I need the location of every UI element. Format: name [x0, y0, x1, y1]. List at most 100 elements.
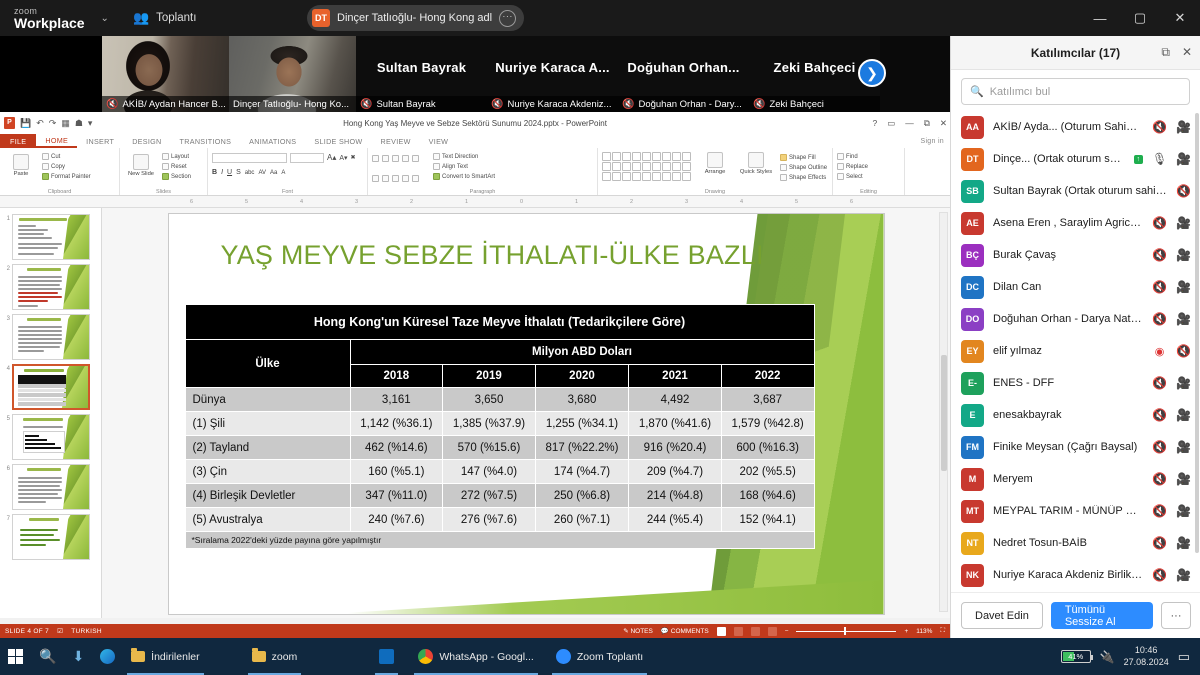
sign-in-link[interactable]: Sign in: [920, 134, 950, 148]
fit-to-window-icon[interactable]: ⛶: [940, 627, 945, 635]
clear-formatting-icon[interactable]: ✖: [351, 154, 356, 161]
font-color-button[interactable]: A: [281, 170, 285, 176]
taskbar-search-button[interactable]: 🔍: [31, 641, 64, 673]
list-item[interactable]: E- ENES - DFF 🔇 🎥: [951, 367, 1200, 399]
help-icon[interactable]: ?: [873, 118, 878, 128]
slide-thumbnail-item[interactable]: 3: [0, 312, 101, 362]
slide-canvas-area[interactable]: YAŞ MEYVE SEBZE İTHALATI-ÜLKE BAZLI Hong…: [102, 208, 950, 674]
zoom-in-button[interactable]: +: [904, 628, 908, 635]
slide-thumbnail[interactable]: [12, 464, 90, 510]
ppt-minimize-button[interactable]: —: [905, 118, 914, 128]
mic-off-icon[interactable]: 🔇: [1152, 536, 1167, 550]
view-normal-button[interactable]: [716, 626, 726, 636]
video-tile[interactable]: 🔇 AKİB/ Aydan Hancer B...: [102, 36, 229, 112]
mic-off-icon[interactable]: 🔇: [1176, 184, 1191, 198]
mic-off-icon[interactable]: 🔇: [1152, 248, 1167, 262]
align-text-button[interactable]: Align Text: [433, 163, 495, 170]
camera-on-icon[interactable]: 🎥: [1176, 152, 1191, 166]
chevron-down-icon[interactable]: ⌄: [101, 13, 109, 24]
mute-all-button[interactable]: Tümünü Sessize Al: [1050, 602, 1153, 629]
import-data-table[interactable]: Hong Kong'un Küresel Taze Meyve İthalatı…: [184, 304, 815, 549]
power-plug-icon[interactable]: 🔌: [1100, 650, 1115, 664]
shapes-gallery[interactable]: [602, 152, 691, 181]
text-direction-button[interactable]: Text Direction: [433, 153, 495, 160]
line-spacing-icon[interactable]: [412, 154, 419, 162]
find-button[interactable]: Find: [837, 153, 900, 160]
camera-off-icon[interactable]: 🎥: [1176, 504, 1191, 518]
clock[interactable]: 10:46 27.08.2024: [1124, 645, 1169, 668]
list-item[interactable]: E enesakbayrak 🔇 🎥: [951, 399, 1200, 431]
list-item[interactable]: M Meryem 🔇 🎥: [951, 463, 1200, 495]
current-slide[interactable]: YAŞ MEYVE SEBZE İTHALATI-ÜLKE BAZLI Hong…: [168, 214, 884, 614]
section-button[interactable]: Section: [162, 173, 191, 180]
tab-transitions[interactable]: TRANSITIONS: [171, 134, 241, 148]
slide-thumbnails-panel[interactable]: 1 2 3 4 5 6 7: [0, 208, 102, 618]
invite-button[interactable]: Davet Edin: [961, 602, 1043, 629]
camera-off-icon[interactable]: 🎥: [1176, 312, 1191, 326]
list-item[interactable]: SB Sultan Bayrak (Ortak oturum sahibi) 🔇: [951, 175, 1200, 207]
slide-thumbnail[interactable]: [12, 514, 90, 560]
mic-on-icon[interactable]: 🎙: [1152, 152, 1167, 166]
bullets-icon[interactable]: [372, 154, 379, 162]
view-reading-button[interactable]: [750, 626, 760, 636]
video-tile[interactable]: Nuriye Karaca A... 🔇 Nuriye Karaca Akden…: [487, 36, 618, 112]
next-page-arrow-icon[interactable]: ❯: [858, 59, 886, 87]
ppt-restore-button[interactable]: ⧉: [924, 118, 930, 129]
columns-icon[interactable]: [412, 174, 419, 182]
more-options-button[interactable]: ···: [1161, 602, 1191, 629]
justify-icon[interactable]: [402, 174, 409, 182]
zoom-out-button[interactable]: −: [785, 628, 789, 635]
select-button[interactable]: Select: [837, 173, 900, 180]
shape-fill-button[interactable]: Shape Fill: [780, 154, 827, 161]
minimize-button[interactable]: —: [1080, 11, 1120, 26]
taskbar-app-icon[interactable]: ⬇: [64, 641, 92, 673]
mic-off-icon[interactable]: 🔇: [1152, 440, 1167, 454]
taskbar-item-zoom-meeting[interactable]: Zoom Toplantı: [548, 641, 651, 675]
camera-off-icon[interactable]: 🎥: [1176, 536, 1191, 550]
active-meeting-pill[interactable]: DT Dinçer Tatlıoğlu- Hong Kong adl ···: [307, 5, 525, 31]
camera-off-icon[interactable]: 🎥: [1176, 248, 1191, 262]
slide-thumbnail[interactable]: [12, 414, 90, 460]
shape-effects-button[interactable]: Shape Effects: [780, 174, 827, 181]
start-button[interactable]: [0, 641, 31, 673]
mic-off-icon[interactable]: 🔇: [1152, 280, 1167, 294]
close-button[interactable]: ✕: [1160, 10, 1200, 26]
align-center-icon[interactable]: [382, 174, 389, 182]
tab-home[interactable]: HOME: [36, 134, 78, 148]
font-name-input[interactable]: [212, 152, 287, 163]
align-right-icon[interactable]: [392, 174, 399, 182]
comments-button[interactable]: 💬 COMMENTS: [661, 627, 709, 635]
slide-thumbnail[interactable]: [12, 364, 90, 410]
view-slideshow-button[interactable]: [767, 626, 777, 636]
bold-button[interactable]: B: [212, 169, 217, 176]
slide-thumbnail[interactable]: [12, 264, 90, 310]
list-item[interactable]: MT MEYPAL TARIM - MÜNÜP PALTA 🔇 🎥: [951, 495, 1200, 527]
spell-check-icon[interactable]: ☑: [57, 627, 63, 635]
view-slide-sorter-button[interactable]: [733, 626, 743, 636]
tab-view[interactable]: VIEW: [420, 134, 458, 148]
list-item[interactable]: NK Nuriye Karaca Akdeniz Birlik Tarı... …: [951, 559, 1200, 589]
tab-slide-show[interactable]: SLIDE SHOW: [305, 134, 371, 148]
meeting-more-icon[interactable]: ···: [499, 9, 517, 27]
tab-insert[interactable]: INSERT: [77, 134, 123, 148]
mic-off-icon[interactable]: 🔇: [1152, 408, 1167, 422]
shadow-button[interactable]: S: [236, 169, 241, 176]
slide-title[interactable]: YAŞ MEYVE SEBZE İTHALATI-ÜLKE BAZLI: [221, 240, 764, 271]
participants-scrollbar[interactable]: [1195, 113, 1199, 553]
slide-vertical-scrollbar[interactable]: [939, 212, 948, 612]
camera-off-icon[interactable]: 🎥: [1176, 568, 1191, 582]
video-tile[interactable]: Sultan Bayrak 🔇 Sultan Bayrak: [356, 36, 487, 112]
search-input[interactable]: 🔍 Katılımcı bul: [961, 78, 1190, 105]
change-case-button[interactable]: Aa: [270, 170, 277, 176]
taskbar-item-downloads[interactable]: İndirilenler: [123, 641, 207, 675]
slide-thumbnail-item[interactable]: 1: [0, 212, 101, 262]
increase-indent-icon[interactable]: [402, 154, 409, 162]
battery-indicator[interactable]: 41%: [1060, 650, 1093, 663]
numbering-icon[interactable]: [382, 154, 389, 162]
language-indicator[interactable]: TURKISH: [71, 628, 102, 635]
notes-button[interactable]: ✎ NOTES: [623, 627, 653, 635]
grow-font-button[interactable]: A▴: [327, 153, 336, 162]
italic-button[interactable]: I: [221, 169, 223, 176]
camera-off-icon[interactable]: 🎥: [1176, 408, 1191, 422]
mic-off-icon[interactable]: 🔇: [1152, 568, 1167, 582]
